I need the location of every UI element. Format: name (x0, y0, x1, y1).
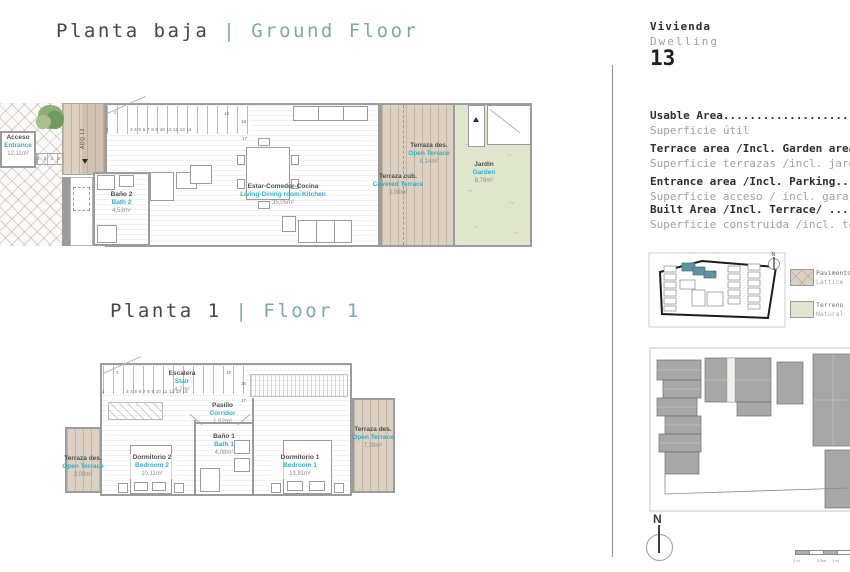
floor1-left-terrace-label: Terraza des. Open Terrace 3,08m² (62, 455, 104, 478)
stair-number: 2 (114, 110, 117, 115)
chair (291, 155, 299, 165)
bath2-shower (97, 225, 117, 243)
pillow (134, 482, 148, 491)
area-row-es: Superficie acceso / incl. garaje...... (650, 190, 850, 203)
stair-number: 17 (242, 136, 248, 141)
scale-bar (795, 550, 850, 555)
floor1-title: Planta 1 | Floor 1 (110, 300, 361, 322)
floorplan-sheet: Planta baja | Ground Floor ADQ 13 Acceso… (0, 0, 850, 572)
nightstand (271, 483, 281, 493)
compass-needle (658, 525, 660, 553)
corridor-label: Pasillo Corridor 1,92m² (209, 402, 236, 425)
counter-divider (318, 106, 319, 121)
kitchen-counter (150, 172, 174, 201)
chair (237, 155, 245, 165)
scale-label: 1 m (832, 558, 839, 563)
sofa-cushion-line (334, 220, 335, 243)
floor1-title-es: Planta 1 (110, 300, 222, 322)
wall (252, 398, 254, 495)
pillow (287, 481, 303, 491)
wall (194, 420, 196, 495)
scale-label: 0,5m (817, 558, 826, 563)
scale-label: 0 m (793, 558, 800, 563)
ground-title-es: Planta baja (56, 20, 210, 42)
legend-item: Terreno Natural (816, 301, 844, 319)
dwelling-number: 13 (650, 46, 676, 70)
site-plan (649, 347, 850, 512)
bath1-label: Baño 1 Bath 1 4,08m² (213, 433, 235, 456)
nightstand (174, 483, 184, 493)
wall (62, 177, 70, 246)
key-plan: N (648, 252, 786, 328)
nightstand (334, 483, 344, 493)
bedroom2-label: Dormitorio 2 Bedroom 2 10,11m² (128, 454, 176, 479)
counter-divider (343, 106, 344, 121)
floor1-plan: Terraza des. Open Terrace 3,08m² Terraza… (60, 355, 400, 498)
stair-number: 15 (226, 370, 232, 375)
bath2-label: Baño 2 Bath 2 4,53m² (110, 191, 133, 214)
bedroom1-label: Dormitorio 1 Bedroom 1 13,91m² (274, 454, 326, 479)
ground-floor-title: Planta baja | Ground Floor (56, 20, 418, 42)
area-row-en: Built Area /Incl. Terrace/ ........... (650, 203, 850, 216)
coffee-table (282, 216, 296, 232)
divider (612, 65, 613, 557)
area-row-en: Entrance area /Incl. Parking.......... (650, 175, 850, 188)
covered-terrace-label: Terraza cub. Covered Terrace 3,08m² (372, 173, 424, 196)
dwelling-label-es: Vivienda (650, 20, 711, 33)
area-row-es: Superficie terrazas /incl. jardín..... (650, 157, 850, 170)
north-label: N (772, 252, 776, 258)
sofa (298, 220, 352, 243)
bath1-shower (200, 468, 220, 492)
sofa-cushion-line (316, 220, 317, 243)
garden-stair (468, 105, 485, 147)
area-row-es: Superficie construida /incl. terraza.. (650, 218, 850, 231)
wardrobe (108, 402, 163, 420)
stair-numbers: 3 4 5 6 7 8 9 10 11 12 13 14 (130, 127, 192, 132)
stair-number: 1 (102, 389, 105, 394)
door-tag-label: ADQ 13 (80, 128, 86, 149)
area-row-en: Terrace area /Incl. Garden area....... (650, 142, 850, 155)
pillow (309, 481, 325, 491)
garden-label: Jardín Garden 8,79m² (472, 161, 496, 184)
door-tag: ADQ 13 (72, 128, 94, 159)
stair-number: 15 (224, 111, 230, 116)
up-arrow-icon (473, 117, 479, 122)
floor1-title-en: Floor 1 (263, 300, 361, 322)
entry-step-numbers: 1 2 3 4 (37, 156, 62, 161)
ground-title-en: Ground Floor (251, 20, 419, 42)
scale-segment (795, 550, 810, 555)
utility-box (73, 187, 90, 211)
stair-number: 2 (116, 370, 119, 375)
scale-segment (810, 550, 824, 555)
legend-swatch-natural (790, 301, 814, 318)
area-row-es: Superficie útil (650, 124, 750, 137)
ground-floor-plan: ADQ 13 Acceso Entrance 12,11m² 1 2 3 4 2… (0, 95, 532, 248)
floor1-title-sep: | (235, 300, 250, 322)
floor1-right-terrace-label: Terraza des. Open Terrace 7,39m² (352, 426, 394, 449)
area-row-en: Usable Area........................... (650, 109, 850, 122)
bath2-toilet (119, 175, 134, 187)
kitchen-island (190, 165, 212, 184)
ground-title-sep: | (223, 20, 238, 42)
chair (258, 138, 270, 146)
stair-number: 16 (241, 119, 247, 124)
stair-number: 16 (241, 381, 247, 386)
scale-segment (824, 550, 838, 555)
compass-label: N (653, 512, 662, 526)
living-label: Estar-Comedor-Cocina Living-Dining room-… (240, 183, 326, 206)
legend-swatch-lattice (790, 269, 814, 286)
stair-number: 1 (106, 127, 109, 132)
stair-label: Escalera Stair 4,7m² (168, 370, 196, 393)
bath1-toilet (234, 458, 250, 472)
door-direction-icon (82, 159, 88, 164)
deck-strip (250, 374, 348, 397)
pillow (152, 482, 166, 491)
nightstand (118, 483, 128, 493)
entrance-label: Acceso Entrance 12,11m² (4, 134, 32, 157)
bath2-sink (97, 175, 115, 190)
kitchen-top-counter (293, 106, 368, 121)
open-terrace-label: Terraza des. Open Terrace 8,14m² (408, 142, 450, 165)
scale-segment (838, 550, 850, 555)
legend-item: Pavimento Lattice (816, 269, 850, 287)
